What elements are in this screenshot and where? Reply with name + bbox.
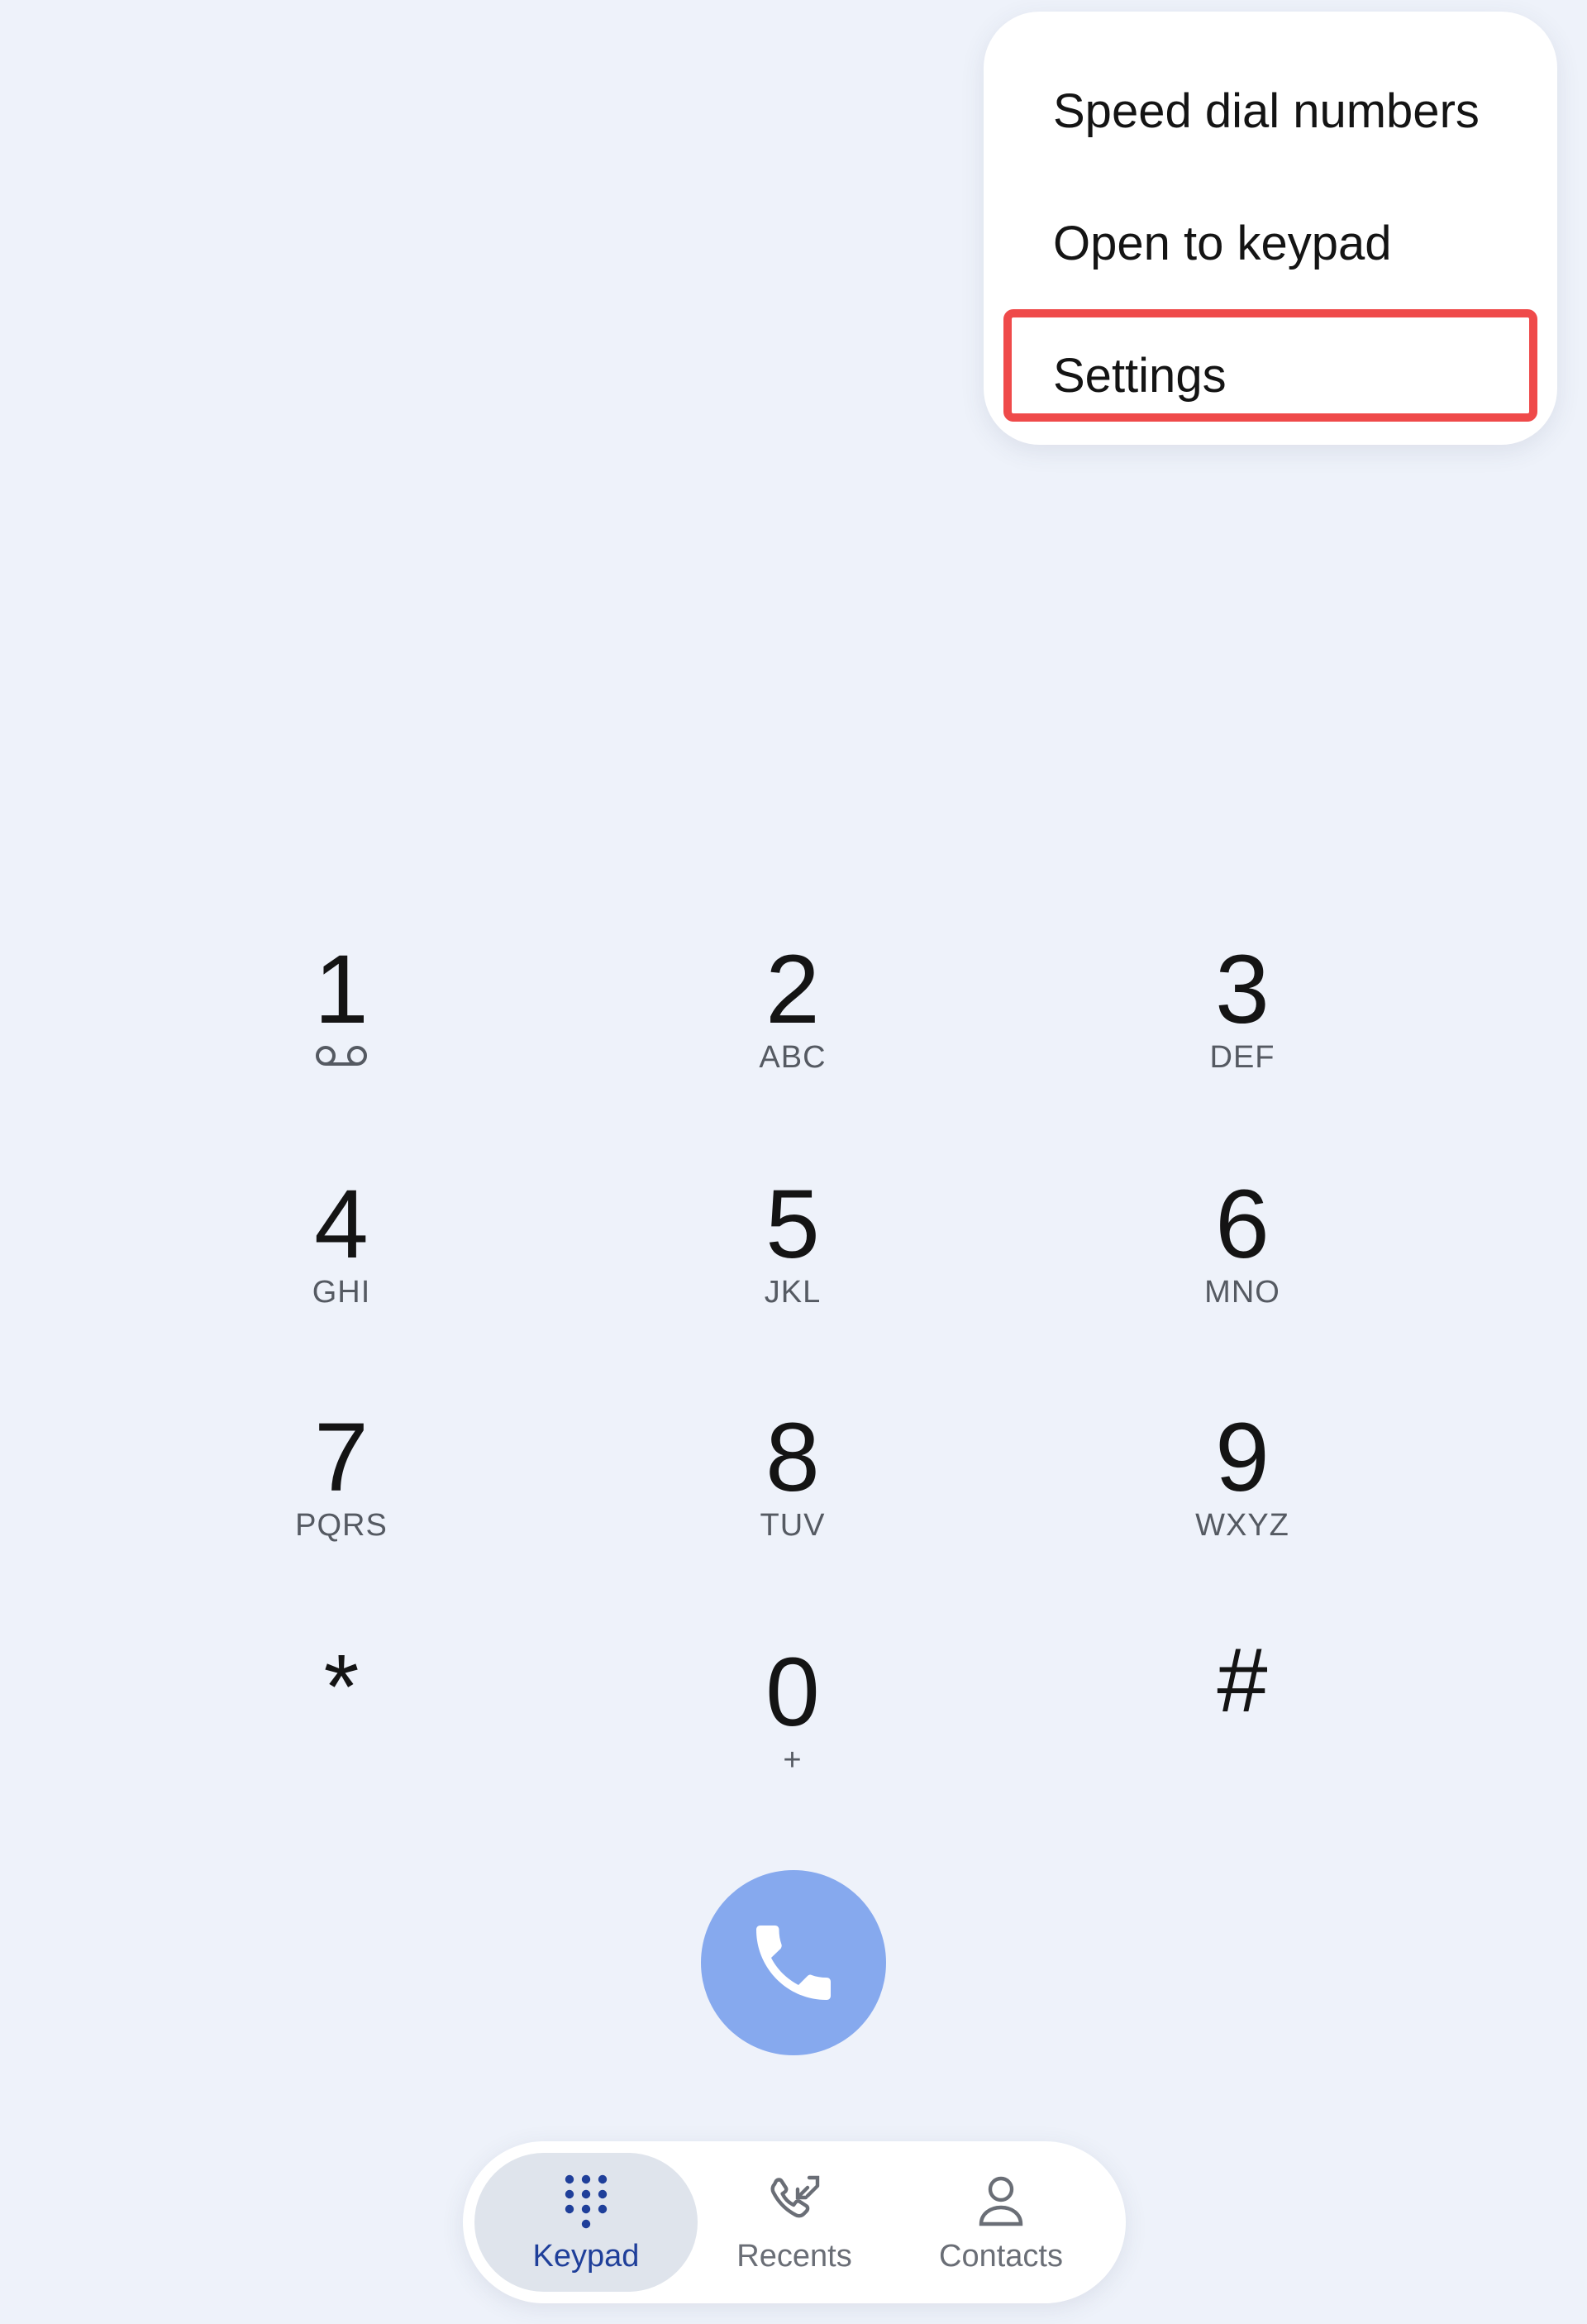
dialpad-icon (565, 2174, 608, 2228)
menu-item-label: Open to keypad (1053, 216, 1392, 270)
key-letters: WXYZ (1195, 1508, 1289, 1543)
key-4[interactable]: 4 GHI (263, 1176, 420, 1341)
menu-item-label: Settings (1053, 348, 1227, 403)
menu-item-speed-dial[interactable]: Speed dial numbers (984, 45, 1557, 177)
phone-icon (756, 1926, 831, 2000)
bottom-nav: Keypad Recents Contacts (463, 2141, 1126, 2303)
menu-item-settings[interactable]: Settings (984, 309, 1557, 441)
key-digit: 6 (1215, 1170, 1270, 1279)
key-digit: 1 (314, 935, 369, 1044)
key-digit: * (323, 1636, 360, 1738)
recent-calls-icon (770, 2175, 820, 2217)
key-digit: # (1217, 1630, 1268, 1731)
nav-tab-recents[interactable]: Recents (683, 2153, 906, 2292)
nav-label: Recents (736, 2238, 852, 2274)
key-letters: ABC (759, 1040, 827, 1075)
key-digit: 7 (314, 1403, 369, 1512)
key-letters: TUV (760, 1508, 826, 1543)
key-digit: 8 (765, 1403, 820, 1512)
key-digit: 4 (314, 1170, 369, 1279)
key-hash[interactable]: # (1164, 1635, 1321, 1801)
key-0[interactable]: 0 + (714, 1644, 871, 1809)
key-digit: 3 (1215, 935, 1270, 1044)
key-letters: MNO (1204, 1275, 1280, 1310)
key-letters: JKL (764, 1275, 822, 1310)
key-digit: 2 (765, 935, 820, 1044)
nav-label: Contacts (939, 2238, 1063, 2274)
key-letters: GHI (312, 1275, 371, 1310)
key-letters: + (783, 1743, 803, 1778)
key-6[interactable]: 6 MNO (1164, 1176, 1321, 1341)
key-star[interactable]: * (263, 1634, 420, 1799)
dialer-screen: Speed dial numbers Open to keypad Settin… (0, 0, 1587, 2324)
key-9[interactable]: 9 WXYZ (1164, 1409, 1321, 1574)
key-letters: DEF (1209, 1040, 1275, 1075)
menu-item-open-to-keypad[interactable]: Open to keypad (984, 177, 1557, 309)
nav-tab-keypad[interactable]: Keypad (474, 2153, 698, 2292)
overflow-menu: Speed dial numbers Open to keypad Settin… (984, 12, 1557, 445)
key-digit: 0 (765, 1638, 820, 1747)
key-digit: 5 (765, 1170, 820, 1279)
menu-item-label: Speed dial numbers (1053, 84, 1480, 138)
voicemail-icon (316, 1046, 367, 1066)
key-5[interactable]: 5 JKL (714, 1176, 871, 1341)
key-8[interactable]: 8 TUV (714, 1409, 871, 1574)
nav-tab-contacts[interactable]: Contacts (889, 2153, 1113, 2292)
key-7[interactable]: 7 PQRS (263, 1409, 420, 1574)
key-letters: PQRS (295, 1508, 388, 1543)
key-3[interactable]: 3 DEF (1164, 941, 1321, 1106)
person-icon (979, 2176, 1023, 2226)
key-1[interactable]: 1 (263, 941, 420, 1106)
key-2[interactable]: 2 ABC (714, 941, 871, 1106)
key-digit: 9 (1215, 1403, 1270, 1512)
call-button[interactable] (701, 1870, 886, 2055)
nav-label: Keypad (532, 2238, 640, 2274)
